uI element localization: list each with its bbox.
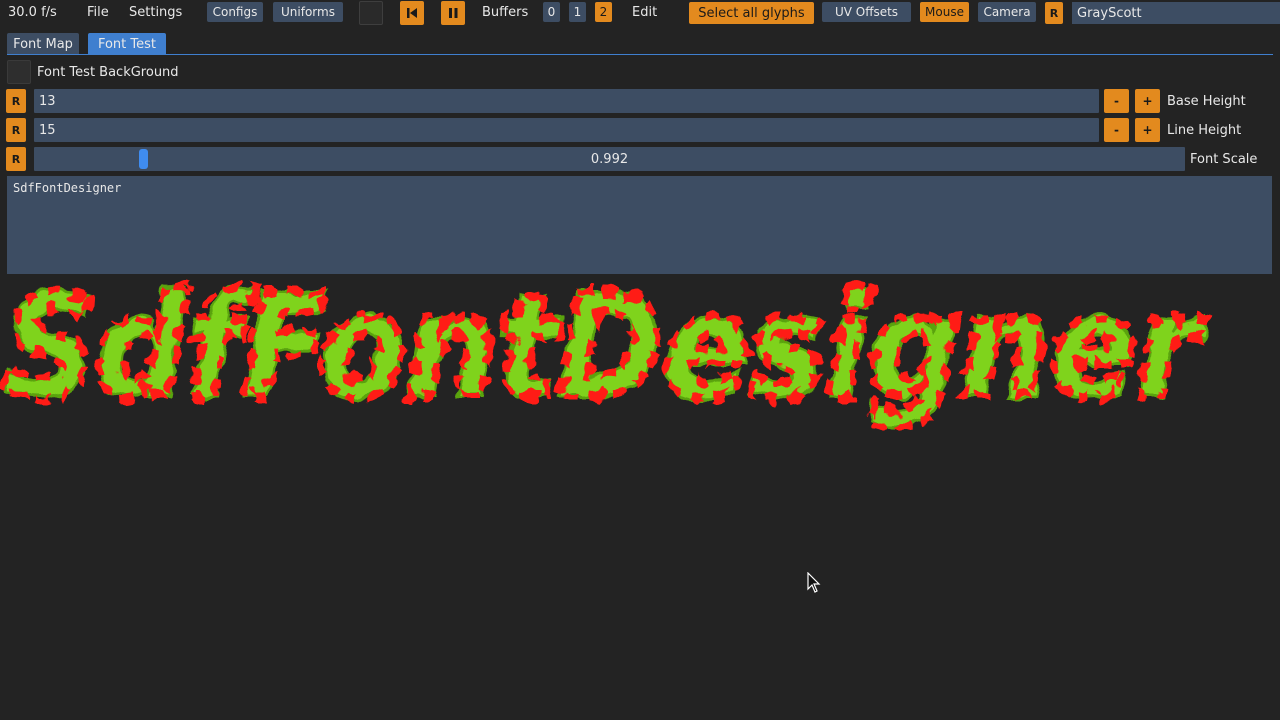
pause-button[interactable]: [441, 1, 465, 25]
skip-back-button[interactable]: [400, 1, 424, 25]
reset-font-scale-button[interactable]: R: [6, 147, 26, 171]
reset-shader-button[interactable]: R: [1045, 2, 1063, 24]
font-scale-value: 0.992: [590, 151, 629, 167]
line-height-plus-button[interactable]: +: [1135, 118, 1160, 142]
pause-icon: [449, 8, 458, 18]
reset-base-height-button[interactable]: R: [6, 89, 26, 113]
buffer-2-button[interactable]: 2: [595, 2, 612, 22]
line-height-input[interactable]: 15: [34, 118, 1099, 142]
skip-back-icon: [407, 8, 417, 18]
buffer-1-button[interactable]: 1: [569, 2, 586, 22]
mouse-button[interactable]: Mouse: [920, 2, 969, 22]
shader-name-field[interactable]: GrayScott: [1072, 2, 1280, 24]
mouse-cursor-icon: [807, 572, 821, 593]
reset-line-height-button[interactable]: R: [6, 118, 26, 142]
buffers-label: Buffers: [482, 5, 529, 20]
file-menu[interactable]: File: [87, 5, 109, 21]
configs-button[interactable]: Configs: [207, 2, 263, 22]
preview-glyphs-core: SdfFontDesigner: [4, 278, 1206, 430]
background-color-swatch[interactable]: [7, 60, 31, 84]
background-label: Font Test BackGround: [37, 65, 179, 80]
base-height-label: Base Height: [1167, 94, 1246, 109]
line-height-label: Line Height: [1167, 123, 1242, 138]
uv-offsets-button[interactable]: UV Offsets: [822, 2, 911, 22]
font-preview-canvas: SdfFontDesigner SdfFontDesigner: [0, 278, 1211, 435]
base-height-input[interactable]: 13: [34, 89, 1099, 113]
font-scale-label: Font Scale: [1190, 152, 1258, 167]
camera-button[interactable]: Camera: [978, 2, 1036, 22]
select-all-glyphs-button[interactable]: Select all glyphs: [689, 2, 814, 24]
font-scale-slider[interactable]: 0.992: [34, 147, 1185, 171]
base-height-minus-button[interactable]: -: [1104, 89, 1129, 113]
uniforms-button[interactable]: Uniforms: [273, 2, 343, 22]
buffer-0-button[interactable]: 0: [543, 2, 560, 22]
tab-font-test[interactable]: Font Test: [88, 33, 166, 55]
tab-separator: [7, 54, 1273, 55]
fps-counter: 30.0 f/s: [8, 5, 57, 20]
test-text-area[interactable]: SdfFontDesigner: [7, 176, 1272, 274]
edit-menu[interactable]: Edit: [632, 5, 657, 21]
color-swatch[interactable]: [359, 1, 383, 25]
settings-menu[interactable]: Settings: [129, 5, 182, 21]
base-height-plus-button[interactable]: +: [1135, 89, 1160, 113]
line-height-minus-button[interactable]: -: [1104, 118, 1129, 142]
shader-name-text: GrayScott: [1077, 5, 1142, 21]
test-text-content: SdfFontDesigner: [13, 181, 122, 195]
tab-font-map[interactable]: Font Map: [7, 33, 79, 55]
